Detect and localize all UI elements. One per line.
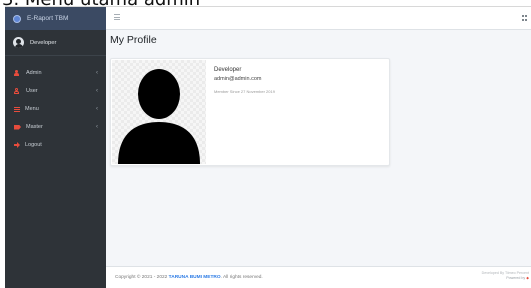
brand-link[interactable]: E-Raport TBM <box>5 7 106 30</box>
profile-name: Developer <box>214 67 242 73</box>
footer: Copyright © 2021 - 2022 TARUNA BUMI METR… <box>106 266 531 288</box>
user-name: Developer <box>30 39 57 46</box>
footer-brand-link[interactable]: TARUNA BUMI METRO <box>169 275 221 280</box>
sidebar-item-master[interactable]: Master ‹ <box>5 118 106 136</box>
sidebar-menu: Admin ‹ User ‹ Menu ‹ Master ‹ Logout <box>5 56 106 154</box>
top-navbar <box>106 7 531 30</box>
sidebar-item-logout[interactable]: Logout <box>5 136 106 154</box>
member-since: Member Since 27 November 2019 <box>214 89 275 94</box>
profile-info: Developer admin@admin.com Member Since 2… <box>214 66 275 94</box>
chevron-left-icon: ‹ <box>96 106 98 112</box>
sidebar-item-label: Logout <box>25 142 42 148</box>
powered-label: Powered by <box>506 276 526 280</box>
logout-icon <box>14 142 20 148</box>
powered-line: Powered by ◆ <box>449 276 529 281</box>
hamburger-menu-icon[interactable] <box>114 14 120 20</box>
sidebar: E-Raport TBM Developer Admin ‹ User ‹ Me… <box>5 7 106 288</box>
profile-photo <box>112 60 206 164</box>
sidebar-item-label: Admin <box>26 70 42 76</box>
copyright-prefix: Copyright © 2021 - 2022 <box>115 275 169 280</box>
page-title: My Profile <box>110 34 157 46</box>
sidebar-item-label: Master <box>26 124 43 130</box>
developer-credit: Developed By Tiimeo Percent Powered by ◆ <box>449 271 529 281</box>
powered-logo-icon: ◆ <box>526 276 529 280</box>
chevron-left-icon: ‹ <box>96 70 98 76</box>
user-panel[interactable]: Developer <box>5 30 106 56</box>
profile-email: admin@admin.com <box>214 76 262 82</box>
apps-grid-icon[interactable] <box>522 15 528 21</box>
tag-icon <box>14 124 21 130</box>
chevron-left-icon: ‹ <box>96 124 98 130</box>
person-silhouette-icon <box>118 69 200 164</box>
copyright-text: Copyright © 2021 - 2022 TARUNA BUMI METR… <box>115 275 263 280</box>
sidebar-item-label: Menu <box>25 106 39 112</box>
sidebar-item-user[interactable]: User ‹ <box>5 82 106 100</box>
user-tie-icon <box>14 70 21 76</box>
sidebar-item-admin[interactable]: Admin ‹ <box>5 64 106 82</box>
profile-card: Developer admin@admin.com Member Since 2… <box>110 58 390 166</box>
copyright-suffix: . All rights reserved. <box>220 275 263 280</box>
brand-title: E-Raport TBM <box>27 15 69 22</box>
menu-icon <box>14 106 20 112</box>
user-outline-icon <box>14 88 21 94</box>
sidebar-item-menu[interactable]: Menu ‹ <box>5 100 106 118</box>
sidebar-item-label: User <box>26 88 38 94</box>
school-logo-icon <box>13 14 21 23</box>
chevron-left-icon: ‹ <box>96 88 98 94</box>
avatar <box>13 37 24 48</box>
